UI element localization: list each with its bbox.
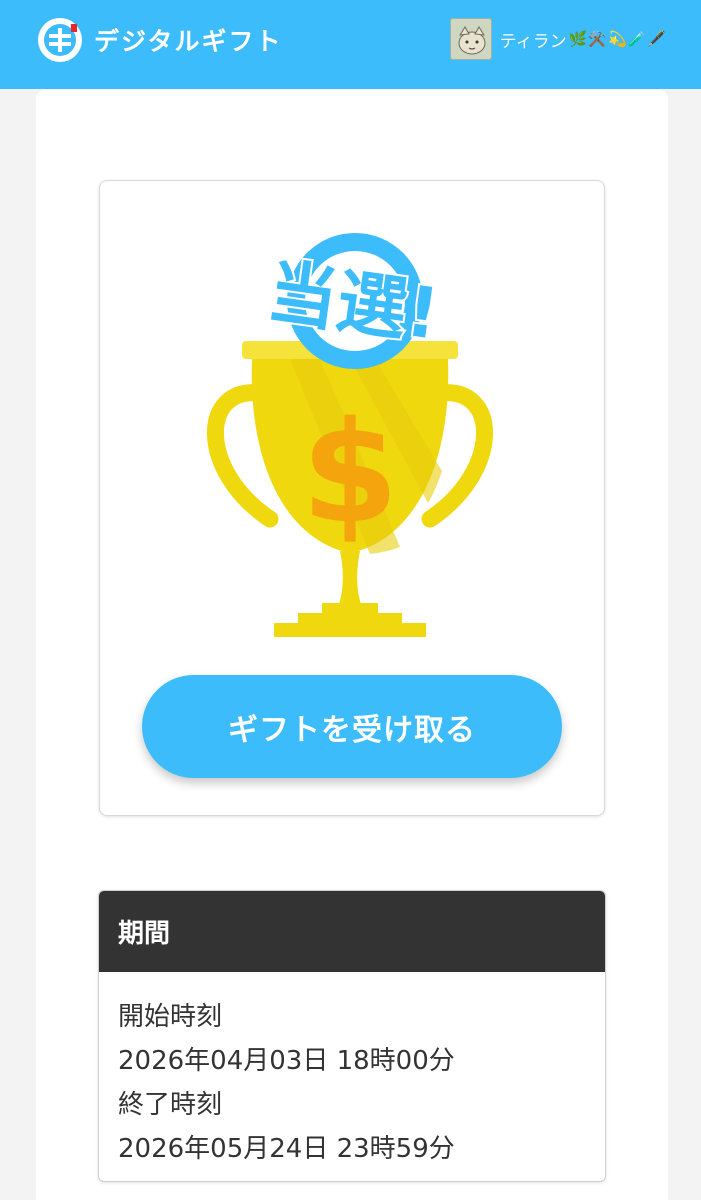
- start-time-value: 2026年04月03日 18時00分: [118, 1046, 455, 1076]
- user-name-emoji: 🌿⚒️💫🧪🖋️: [568, 30, 667, 48]
- start-time-label: 開始時刻: [118, 1002, 223, 1032]
- gift-logo-icon: [38, 18, 82, 62]
- avatar[interactable]: [449, 18, 492, 60]
- period-card: 期間 開始時刻 2026年04月03日 18時00分 終了時刻 2026年05月…: [98, 890, 606, 1182]
- brand-name: デジタルギフト: [94, 27, 283, 56]
- dollar-icon: $: [301, 392, 398, 555]
- end-time-value: 2026年05月24日 23時59分: [118, 1134, 455, 1164]
- end-time-label: 終了時刻: [118, 1090, 223, 1120]
- user-menu[interactable]: ティラン 🌿⚒️💫🧪🖋️: [449, 18, 667, 60]
- receive-gift-button[interactable]: ギフトを受け取る: [142, 675, 562, 778]
- trophy-illustration: $ 当選!: [207, 233, 493, 637]
- period-details: 開始時刻 2026年04月03日 18時00分 終了時刻 2026年05月24日…: [99, 972, 605, 1171]
- brand-logo[interactable]: デジタルギフト: [36, 16, 283, 64]
- user-name: ティラン: [499, 31, 567, 52]
- app-header: デジタルギフト ティラン 🌿⚒️💫🧪🖋️: [0, 0, 701, 89]
- period-title: 期間: [99, 891, 605, 972]
- prize-card: $ 当選! ギフトを受け取る: [99, 180, 605, 816]
- winner-badge-text: 当選!: [262, 251, 444, 356]
- avatar-illustration-icon: [450, 19, 491, 59]
